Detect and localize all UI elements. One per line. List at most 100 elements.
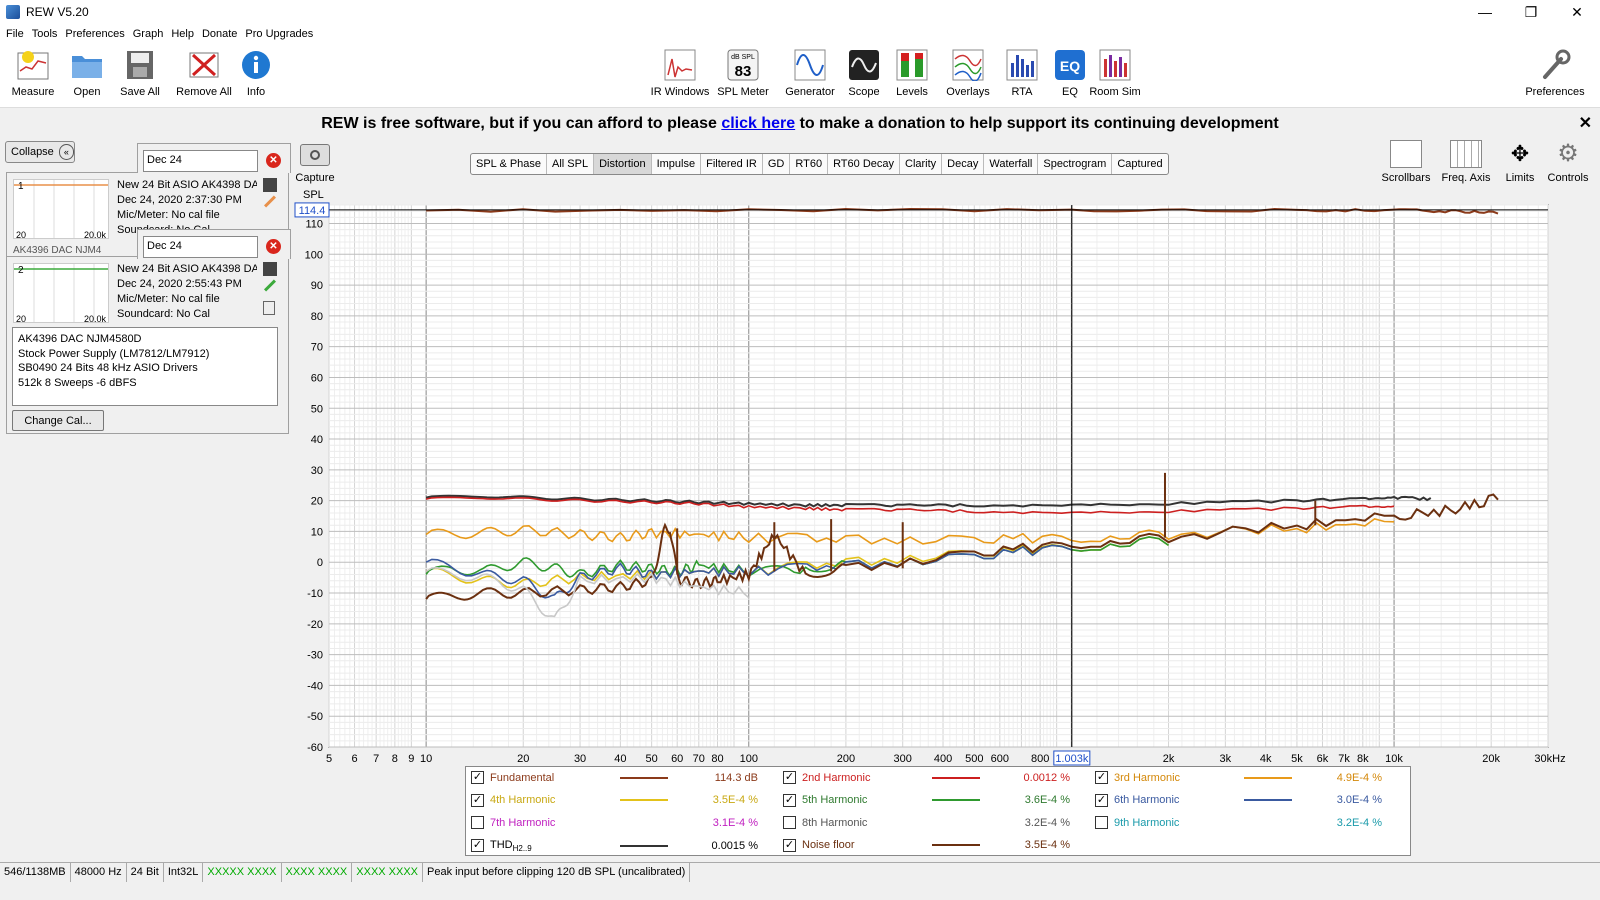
tab-waterfall[interactable]: Waterfall bbox=[984, 154, 1039, 174]
svg-text:dB SPL: dB SPL bbox=[731, 54, 755, 61]
trace-color-icon[interactable] bbox=[263, 195, 277, 208]
x-tick-label: 4k bbox=[1260, 753, 1272, 765]
chevron-left-icon: « bbox=[58, 144, 74, 160]
tab-rt60-decay[interactable]: RT60 Decay bbox=[828, 154, 900, 174]
delete-measurement-icon[interactable]: ✕ bbox=[266, 239, 281, 254]
legend-checkbox[interactable] bbox=[783, 816, 796, 829]
menu-graph[interactable]: Graph bbox=[133, 28, 164, 40]
tab-distortion[interactable]: Distortion bbox=[594, 154, 652, 174]
info-button[interactable]: Info bbox=[228, 48, 284, 98]
measure-button[interactable]: Measure bbox=[5, 48, 61, 98]
measurement-thumbnail[interactable]: 2 20 20.0k bbox=[13, 263, 109, 324]
legend-label: Noise floor bbox=[802, 839, 855, 851]
legend-checkbox[interactable]: ✓ bbox=[471, 793, 484, 807]
sample-format: Int32L bbox=[164, 863, 204, 882]
measurement-info-icon[interactable] bbox=[263, 178, 277, 192]
legend-label: 9th Harmonic bbox=[1114, 816, 1180, 829]
cursor-x-box bbox=[1053, 750, 1091, 766]
measurement-name-field[interactable]: Dec 24 bbox=[143, 150, 258, 172]
x-tick-label: 300 bbox=[894, 753, 912, 765]
restore-button[interactable]: ❐ bbox=[1508, 0, 1554, 24]
legend-checkbox[interactable]: ✓ bbox=[1095, 771, 1108, 784]
legend-value: 0.0012 % bbox=[1023, 771, 1070, 784]
menu-help[interactable]: Help bbox=[171, 28, 194, 40]
menu-donate[interactable]: Donate bbox=[202, 28, 237, 40]
tab-gd[interactable]: GD bbox=[763, 154, 791, 174]
legend-checkbox[interactable]: ✓ bbox=[783, 771, 796, 784]
legend-item: ✓ 2nd Harmonic 0.0012 % bbox=[783, 771, 1088, 784]
series-line bbox=[425, 536, 1169, 578]
measurement-name-field[interactable]: Dec 24 bbox=[143, 236, 258, 258]
change-cal-button[interactable]: Change Cal... bbox=[12, 410, 104, 431]
generator-button[interactable]: Generator bbox=[780, 48, 840, 98]
menu-tools[interactable]: Tools bbox=[32, 28, 58, 40]
legend-value: 3.0E-4 % bbox=[1336, 794, 1382, 806]
series-line bbox=[425, 544, 1072, 599]
tab-rt60[interactable]: RT60 bbox=[790, 154, 829, 174]
tab-decay[interactable]: Decay bbox=[942, 154, 985, 174]
ir-windows-icon bbox=[663, 48, 697, 82]
ir-windows-button[interactable]: IR Windows bbox=[650, 48, 710, 98]
delete-measurement-icon[interactable]: ✕ bbox=[266, 153, 281, 168]
room-sim-button[interactable]: Room Sim bbox=[1085, 48, 1145, 98]
rta-button[interactable]: RTA bbox=[996, 48, 1048, 98]
save-icon bbox=[123, 48, 157, 82]
legend-checkbox[interactable]: ✓ bbox=[783, 838, 796, 852]
x-tick-label: 200 bbox=[837, 753, 855, 765]
legend-label: 6th Harmonic bbox=[1114, 794, 1180, 806]
minimize-button[interactable]: — bbox=[1462, 0, 1508, 24]
cursor-y-box bbox=[294, 202, 330, 218]
trace-color-icon[interactable] bbox=[263, 279, 277, 292]
tab-filtered-ir[interactable]: Filtered IR bbox=[701, 154, 763, 174]
preferences-button[interactable]: Preferences bbox=[1520, 48, 1590, 98]
remove-all-button[interactable]: Remove All bbox=[176, 48, 232, 98]
limits-button[interactable]: ✥ Limits bbox=[1490, 140, 1550, 184]
freq-axis-button[interactable]: Freq. Axis bbox=[1436, 140, 1496, 184]
save-all-button[interactable]: Save All bbox=[112, 48, 168, 98]
legend-value: 3.5E-4 % bbox=[1024, 839, 1070, 851]
x-tick-label: 60 bbox=[671, 753, 683, 765]
collapse-button[interactable]: Collapse « bbox=[5, 141, 75, 163]
menu-pro-upgrades[interactable]: Pro Upgrades bbox=[245, 28, 313, 40]
tab-spl-phase[interactable]: SPL & Phase bbox=[471, 154, 548, 174]
menu-preferences[interactable]: Preferences bbox=[65, 28, 124, 40]
legend-item: ✓ Fundamental 114.3 dB bbox=[471, 771, 776, 784]
legend-item: 7th Harmonic 3.1E-4 % bbox=[471, 816, 776, 829]
legend-checkbox[interactable]: ✓ bbox=[1095, 793, 1108, 807]
legend-swatch bbox=[620, 822, 668, 824]
tab-all-spl[interactable]: All SPL bbox=[547, 154, 595, 174]
legend-checkbox[interactable] bbox=[1095, 816, 1108, 829]
levels-button[interactable]: Levels bbox=[886, 48, 938, 98]
legend-checkbox[interactable]: ✓ bbox=[471, 839, 484, 853]
main-toolbar: Measure Open Save All Remove All Info IR… bbox=[0, 44, 1600, 108]
camera-icon bbox=[300, 144, 330, 166]
scrollbars-button[interactable]: Scrollbars bbox=[1376, 140, 1436, 184]
donation-link[interactable]: click here bbox=[721, 115, 795, 132]
open-button[interactable]: Open bbox=[59, 48, 115, 98]
measurement-info-icon[interactable] bbox=[263, 262, 277, 276]
measurement-thumbnail[interactable]: 1 20 20.0k bbox=[13, 179, 109, 240]
close-window-button[interactable]: ✕ bbox=[1554, 0, 1600, 24]
scrollbars-icon bbox=[1390, 140, 1422, 168]
legend-item: ✓ 5th Harmonic 3.6E-4 % bbox=[783, 793, 1088, 807]
y-tick-label: 90 bbox=[311, 280, 323, 292]
controls-button[interactable]: ⚙ Controls bbox=[1542, 140, 1594, 184]
legend-checkbox[interactable] bbox=[471, 816, 484, 829]
scope-button[interactable]: Scope bbox=[838, 48, 890, 98]
tab-clarity[interactable]: Clarity bbox=[900, 154, 943, 174]
legend-checkbox[interactable]: ✓ bbox=[783, 793, 796, 807]
tab-impulse[interactable]: Impulse bbox=[652, 154, 702, 174]
sine-wave-icon bbox=[793, 48, 827, 82]
notes-icon[interactable] bbox=[263, 301, 275, 315]
spl-meter-button[interactable]: dB SPL 83 SPL Meter bbox=[715, 48, 771, 98]
x-tick-label: 8k bbox=[1357, 753, 1369, 765]
tab-spectrogram[interactable]: Spectrogram bbox=[1038, 154, 1113, 174]
banner-close-icon[interactable]: ✕ bbox=[1579, 108, 1592, 140]
overlays-button[interactable]: Overlays bbox=[940, 48, 996, 98]
y-tick-label: 10 bbox=[311, 526, 323, 538]
tab-captured[interactable]: Captured bbox=[1112, 154, 1167, 174]
capture-button[interactable]: Capture bbox=[294, 144, 336, 184]
menu-file[interactable]: File bbox=[6, 28, 24, 40]
measurement-notes[interactable]: AK4396 DAC NJM4580D Stock Power Supply (… bbox=[12, 327, 278, 406]
legend-checkbox[interactable]: ✓ bbox=[471, 771, 484, 784]
